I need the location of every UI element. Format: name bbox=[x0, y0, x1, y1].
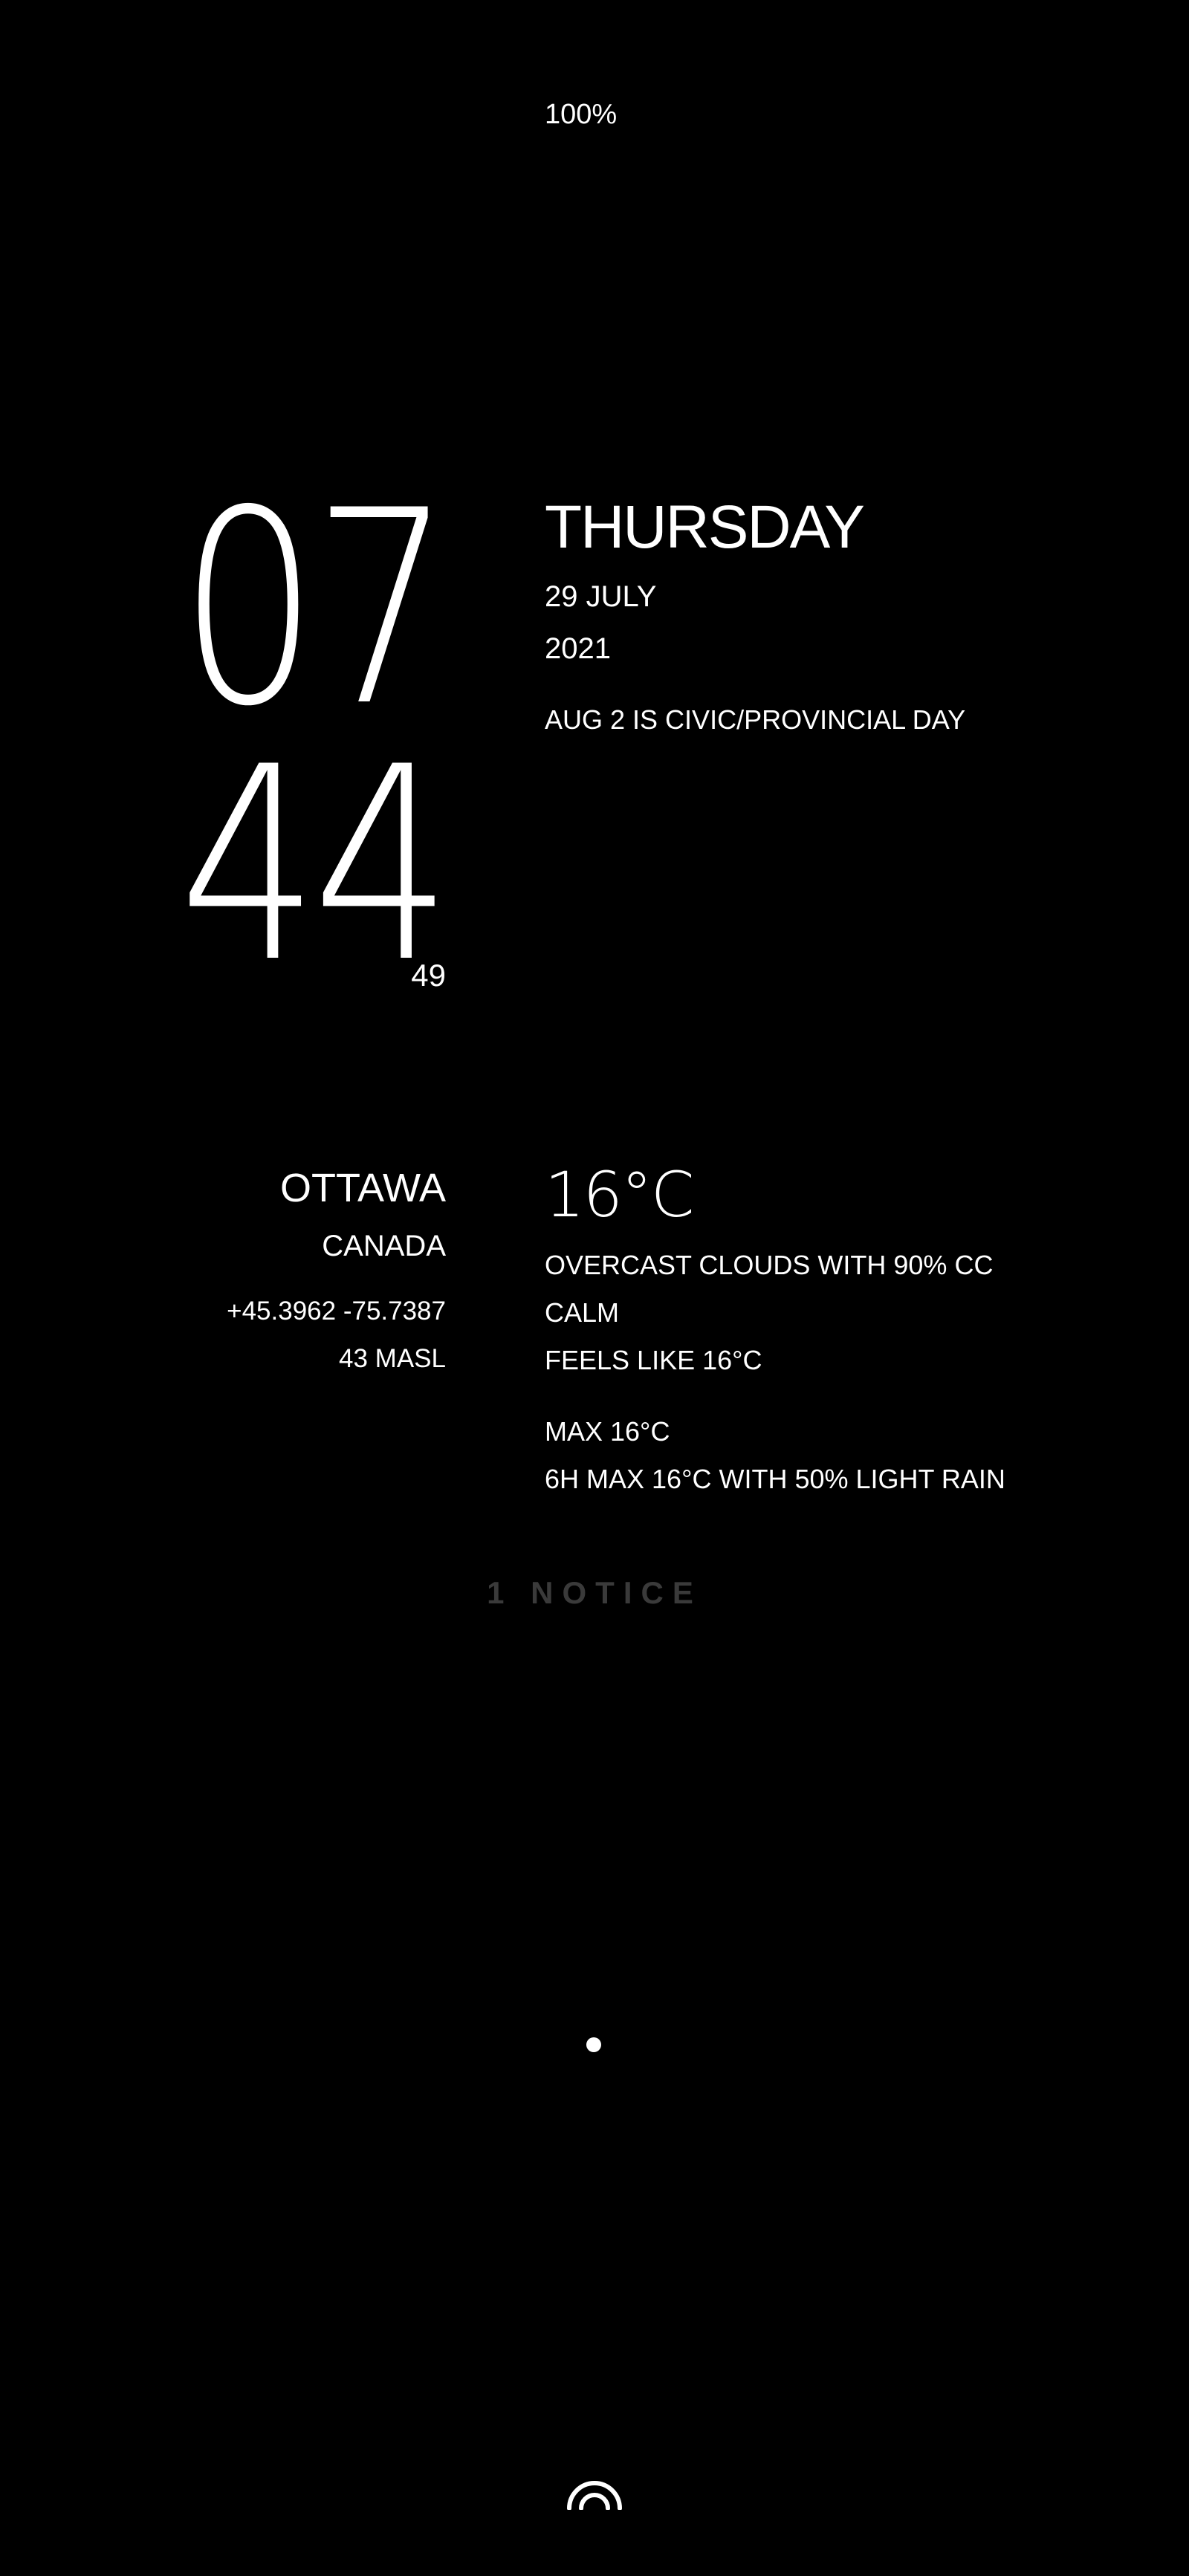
weather-wind: CALM bbox=[545, 1297, 620, 1328]
location-altitude: 43 MASL bbox=[339, 1344, 446, 1373]
fingerprint-icon-graphic bbox=[567, 2481, 622, 2511]
weather-condition: OVERCAST CLOUDS WITH 90% CC bbox=[545, 1250, 994, 1280]
weather-forecast: 6H MAX 16°C WITH 50% LIGHT RAIN bbox=[545, 1464, 1005, 1494]
clock-hour: 07 bbox=[178, 453, 452, 765]
weather-max: MAX 16°C bbox=[545, 1416, 670, 1447]
holiday-notice: AUG 2 IS CIVIC/PROVINCIAL DAY bbox=[545, 704, 966, 735]
clock-second: 49 bbox=[411, 958, 446, 993]
clock-minute: 44 bbox=[178, 710, 452, 1021]
weekday: THURSDAY bbox=[545, 493, 865, 561]
notification-count[interactable]: 1 NOTICE bbox=[0, 1574, 1189, 1612]
page-indicator-dot bbox=[586, 2037, 601, 2052]
battery-level: 100% bbox=[545, 99, 618, 130]
location-coordinates: +45.3962 -75.7387 bbox=[227, 1297, 446, 1326]
date-day-month: 29 JULY bbox=[545, 580, 657, 613]
fingerprint-icon[interactable] bbox=[565, 2480, 624, 2511]
date-year: 2021 bbox=[545, 632, 611, 665]
weather-temperature: 16°C bbox=[545, 1158, 695, 1231]
weather-feels-like: FEELS LIKE 16°C bbox=[545, 1345, 762, 1375]
location-country: CANADA bbox=[322, 1230, 446, 1262]
location-city: OTTAWA bbox=[280, 1166, 446, 1210]
